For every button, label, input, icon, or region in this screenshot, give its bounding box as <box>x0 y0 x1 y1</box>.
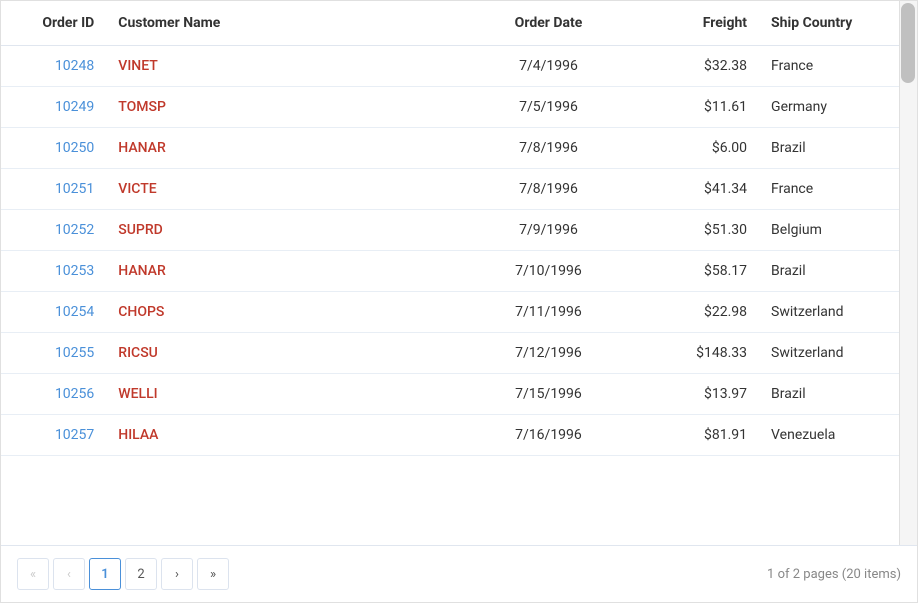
cell-ship_country: Brazil <box>759 374 917 415</box>
cell-freight: $41.34 <box>633 169 759 210</box>
cell-freight: $58.17 <box>633 251 759 292</box>
cell-order_date: 7/15/1996 <box>464 374 632 415</box>
cell-customer_name: RICSU <box>106 333 464 374</box>
table-row: 10251VICTE7/8/1996$41.34France <box>1 169 917 210</box>
cell-ship_country: France <box>759 169 917 210</box>
pagination-bar: « ‹ 1 2 › » 1 of 2 pages (20 items) <box>1 545 917 602</box>
page-2-button[interactable]: 2 <box>125 558 157 590</box>
table-row: 10253HANAR7/10/1996$58.17Brazil <box>1 251 917 292</box>
cell-customer_name: VINET <box>106 46 464 87</box>
cell-order_date: 7/8/1996 <box>464 128 632 169</box>
scrollbar-thumb[interactable] <box>901 3 915 83</box>
cell-freight: $32.38 <box>633 46 759 87</box>
cell-order_id: 10255 <box>1 333 106 374</box>
cell-freight: $6.00 <box>633 128 759 169</box>
cell-order_id: 10249 <box>1 87 106 128</box>
table-header-row: Order ID Customer Name Order Date Freigh… <box>1 1 917 46</box>
cell-freight: $11.61 <box>633 87 759 128</box>
cell-order_id: 10256 <box>1 374 106 415</box>
orders-table: Order ID Customer Name Order Date Freigh… <box>1 1 917 456</box>
table-row: 10255RICSU7/12/1996$148.33Switzerland <box>1 333 917 374</box>
cell-ship_country: Brazil <box>759 128 917 169</box>
cell-customer_name: HANAR <box>106 251 464 292</box>
cell-order_id: 10248 <box>1 46 106 87</box>
cell-ship_country: Belgium <box>759 210 917 251</box>
cell-order_id: 10252 <box>1 210 106 251</box>
cell-ship_country: Germany <box>759 87 917 128</box>
cell-customer_name: HANAR <box>106 128 464 169</box>
cell-freight: $22.98 <box>633 292 759 333</box>
table-row: 10248VINET7/4/1996$32.38France <box>1 46 917 87</box>
next-page-button[interactable]: › <box>161 558 193 590</box>
cell-customer_name: WELLI <box>106 374 464 415</box>
cell-ship_country: Switzerland <box>759 292 917 333</box>
cell-customer_name: TOMSP <box>106 87 464 128</box>
cell-customer_name: HILAA <box>106 415 464 456</box>
main-container: Order ID Customer Name Order Date Freigh… <box>0 0 918 603</box>
cell-freight: $81.91 <box>633 415 759 456</box>
col-header-customer-name: Customer Name <box>106 1 464 46</box>
cell-freight: $13.97 <box>633 374 759 415</box>
scrollbar[interactable] <box>899 1 917 545</box>
col-header-ship-country: Ship Country <box>759 1 917 46</box>
cell-order_date: 7/16/1996 <box>464 415 632 456</box>
last-page-button[interactable]: » <box>197 558 229 590</box>
cell-customer_name: CHOPS <box>106 292 464 333</box>
page-1-button[interactable]: 1 <box>89 558 121 590</box>
cell-ship_country: France <box>759 46 917 87</box>
cell-order_id: 10253 <box>1 251 106 292</box>
pagination-info: 1 of 2 pages (20 items) <box>767 567 901 582</box>
cell-ship_country: Brazil <box>759 251 917 292</box>
prev-page-button[interactable]: ‹ <box>53 558 85 590</box>
cell-order_id: 10257 <box>1 415 106 456</box>
cell-order_id: 10251 <box>1 169 106 210</box>
cell-order_date: 7/11/1996 <box>464 292 632 333</box>
cell-order_date: 7/4/1996 <box>464 46 632 87</box>
col-header-order-id: Order ID <box>1 1 106 46</box>
cell-order_date: 7/8/1996 <box>464 169 632 210</box>
cell-order_date: 7/9/1996 <box>464 210 632 251</box>
table-row: 10256WELLI7/15/1996$13.97Brazil <box>1 374 917 415</box>
cell-customer_name: VICTE <box>106 169 464 210</box>
table-row: 10252SUPRD7/9/1996$51.30Belgium <box>1 210 917 251</box>
table-row: 10254CHOPS7/11/1996$22.98Switzerland <box>1 292 917 333</box>
table-wrapper: Order ID Customer Name Order Date Freigh… <box>1 1 917 545</box>
col-header-order-date: Order Date <box>464 1 632 46</box>
cell-order_id: 10250 <box>1 128 106 169</box>
cell-ship_country: Venezuela <box>759 415 917 456</box>
cell-order_id: 10254 <box>1 292 106 333</box>
cell-order_date: 7/10/1996 <box>464 251 632 292</box>
table-row: 10257HILAA7/16/1996$81.91Venezuela <box>1 415 917 456</box>
table-row: 10250HANAR7/8/1996$6.00Brazil <box>1 128 917 169</box>
table-row: 10249TOMSP7/5/1996$11.61Germany <box>1 87 917 128</box>
cell-order_date: 7/12/1996 <box>464 333 632 374</box>
pagination-controls: « ‹ 1 2 › » <box>17 558 229 590</box>
cell-customer_name: SUPRD <box>106 210 464 251</box>
first-page-button[interactable]: « <box>17 558 49 590</box>
cell-ship_country: Switzerland <box>759 333 917 374</box>
col-header-freight: Freight <box>633 1 759 46</box>
cell-freight: $148.33 <box>633 333 759 374</box>
cell-freight: $51.30 <box>633 210 759 251</box>
cell-order_date: 7/5/1996 <box>464 87 632 128</box>
